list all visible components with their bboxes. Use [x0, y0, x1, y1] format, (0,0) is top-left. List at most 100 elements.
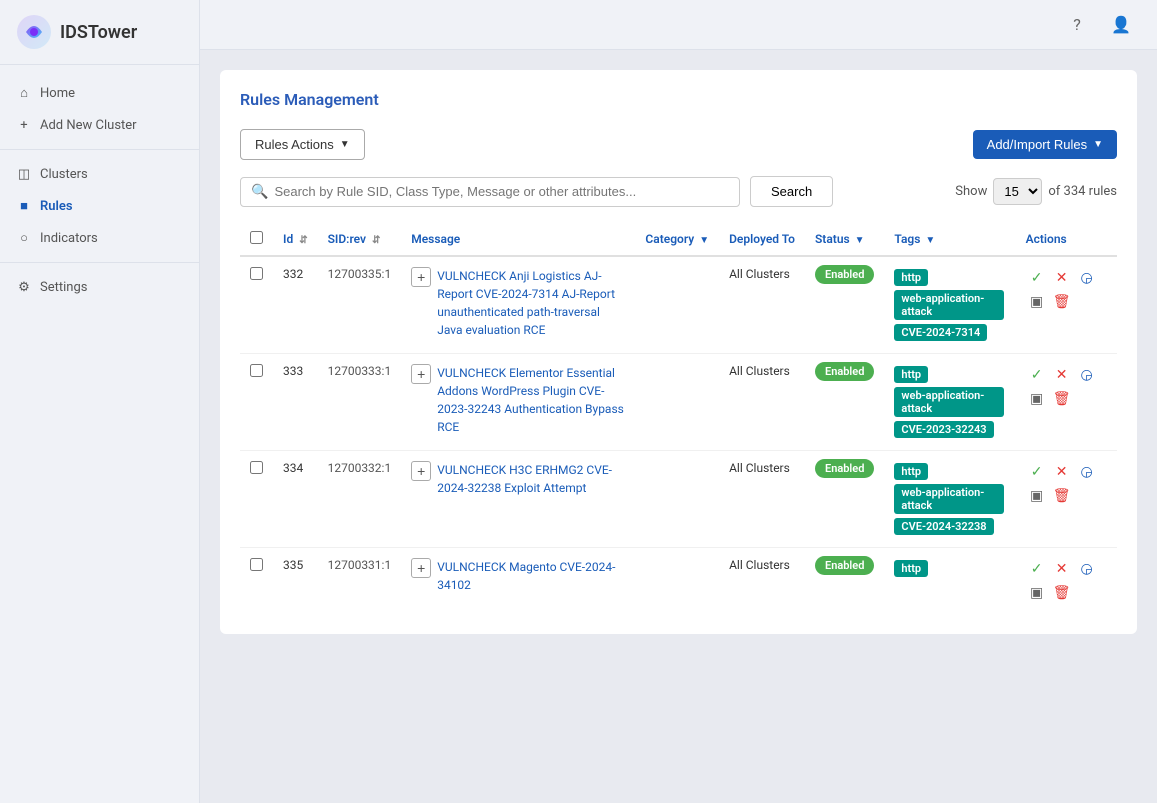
tag[interactable]: CVE-2024-7314	[894, 324, 987, 341]
disable-icon[interactable]: ✕	[1051, 558, 1073, 580]
action-icons: ✓ ✕ ◶ ▣ 🗑	[1026, 267, 1107, 313]
sidebar-item-indicators-label: Indicators	[40, 231, 98, 246]
th-category: Category ▼	[635, 223, 719, 256]
table-head: Id ⇵ SID:rev ⇵ Message Category ▼ Deploy…	[240, 223, 1117, 256]
sidebar-item-home-label: Home	[40, 86, 75, 101]
cell-category	[635, 451, 719, 548]
archive-icon[interactable]: ◶	[1076, 267, 1098, 289]
table-header-row: Id ⇵ SID:rev ⇵ Message Category ▼ Deploy…	[240, 223, 1117, 256]
row-checkbox[interactable]	[250, 558, 263, 571]
cell-actions: ✓ ✕ ◶ ▣ 🗑	[1016, 354, 1117, 451]
tag[interactable]: web-application-attack	[894, 387, 1003, 417]
rules-table: Id ⇵ SID:rev ⇵ Message Category ▼ Deploy…	[240, 223, 1117, 614]
tag[interactable]: web-application-attack	[894, 290, 1003, 320]
sort-id-icon[interactable]: ⇵	[299, 235, 307, 246]
tag[interactable]: http	[894, 463, 928, 480]
row-checkbox[interactable]	[250, 267, 263, 280]
search-input-wrap[interactable]: 🔍	[240, 177, 740, 207]
expand-button[interactable]: +	[411, 461, 431, 481]
action-row-2: ▣ 🗑	[1026, 291, 1073, 313]
disable-icon[interactable]: ✕	[1051, 267, 1073, 289]
expand-button[interactable]: +	[411, 267, 431, 287]
message-text: VULNCHECK H3C ERHMG2 CVE-2024-32238 Expl…	[437, 461, 625, 497]
total-count: of 334 rules	[1048, 184, 1117, 199]
copy-icon[interactable]: ▣	[1026, 485, 1048, 507]
enable-icon[interactable]: ✓	[1026, 461, 1048, 483]
sidebar: IDSTower ⌂ Home + Add New Cluster ◫ Clus…	[0, 0, 200, 803]
cell-deployed: All Clusters	[719, 451, 805, 548]
rules-actions-button[interactable]: Rules Actions ▼	[240, 129, 365, 160]
expand-button[interactable]: +	[411, 558, 431, 578]
expand-button[interactable]: +	[411, 364, 431, 384]
help-icon[interactable]: ?	[1061, 9, 1093, 41]
cell-checkbox	[240, 451, 273, 548]
cell-status: Enabled	[805, 354, 884, 451]
add-icon: +	[16, 117, 32, 133]
add-import-button[interactable]: Add/Import Rules ▼	[973, 130, 1117, 159]
archive-icon[interactable]: ◶	[1076, 461, 1098, 483]
select-all-checkbox[interactable]	[250, 231, 263, 244]
message-text: VULNCHECK Magento CVE-2024-34102	[437, 558, 625, 594]
table-row: 334 12700332:1 + VULNCHECK H3C ERHMG2 CV…	[240, 451, 1117, 548]
tag[interactable]: CVE-2024-32238	[894, 518, 993, 535]
sidebar-item-clusters-label: Clusters	[40, 167, 88, 182]
tag[interactable]: CVE-2023-32243	[894, 421, 993, 438]
sidebar-item-add-cluster[interactable]: + Add New Cluster	[0, 109, 199, 141]
nav-divider-1	[0, 149, 199, 150]
cell-checkbox	[240, 354, 273, 451]
delete-icon[interactable]: 🗑	[1051, 485, 1073, 507]
cell-message: + VULNCHECK Anji Logistics AJ-Report CVE…	[401, 256, 635, 354]
search-bar: 🔍 Search Show 15 25 50 of 334 rules	[240, 176, 1117, 207]
filter-category-icon[interactable]: ▼	[699, 235, 709, 246]
row-checkbox[interactable]	[250, 461, 263, 474]
archive-icon[interactable]: ◶	[1076, 558, 1098, 580]
th-checkbox	[240, 223, 273, 256]
sidebar-item-rules[interactable]: ■ Rules	[0, 190, 199, 222]
enable-icon[interactable]: ✓	[1026, 267, 1048, 289]
cell-category	[635, 354, 719, 451]
th-actions: Actions	[1016, 223, 1117, 256]
table-body: 332 12700335:1 + VULNCHECK Anji Logistic…	[240, 256, 1117, 614]
status-badge: Enabled	[815, 459, 874, 478]
cell-sid: 12700332:1	[318, 451, 402, 548]
tag[interactable]: http	[894, 269, 928, 286]
filter-status-icon[interactable]: ▼	[855, 235, 865, 246]
sidebar-item-clusters[interactable]: ◫ Clusters	[0, 158, 199, 190]
sidebar-item-settings[interactable]: ⚙ Settings	[0, 271, 199, 303]
tag[interactable]: http	[894, 560, 928, 577]
toolbar: Rules Actions ▼ Add/Import Rules ▼	[240, 129, 1117, 160]
delete-icon[interactable]: 🗑	[1051, 582, 1073, 604]
main-area: ? 👤 Rules Management Rules Actions ▼ Add…	[200, 0, 1157, 803]
cell-sid: 12700331:1	[318, 548, 402, 615]
indicators-icon: ○	[16, 230, 32, 246]
copy-icon[interactable]: ▣	[1026, 582, 1048, 604]
row-checkbox[interactable]	[250, 364, 263, 377]
cell-category	[635, 256, 719, 354]
cell-message: + VULNCHECK Elementor Essential Addons W…	[401, 354, 635, 451]
delete-icon[interactable]: 🗑	[1051, 291, 1073, 313]
cell-category	[635, 548, 719, 615]
cell-deployed: All Clusters	[719, 354, 805, 451]
enable-icon[interactable]: ✓	[1026, 364, 1048, 386]
copy-icon[interactable]: ▣	[1026, 291, 1048, 313]
tag[interactable]: http	[894, 366, 928, 383]
archive-icon[interactable]: ◶	[1076, 364, 1098, 386]
search-input[interactable]	[274, 184, 729, 199]
filter-tags-icon[interactable]: ▼	[925, 235, 935, 246]
tag[interactable]: web-application-attack	[894, 484, 1003, 514]
sidebar-item-indicators[interactable]: ○ Indicators	[0, 222, 199, 254]
delete-icon[interactable]: 🗑	[1051, 388, 1073, 410]
cell-tags: http web-application-attack CVE-2024-7314	[884, 256, 1015, 354]
cell-checkbox	[240, 548, 273, 615]
user-icon[interactable]: 👤	[1105, 9, 1137, 41]
sort-sid-icon[interactable]: ⇵	[372, 235, 380, 246]
enable-icon[interactable]: ✓	[1026, 558, 1048, 580]
home-icon: ⌂	[16, 85, 32, 101]
search-button[interactable]: Search	[750, 176, 833, 207]
sidebar-item-home[interactable]: ⌂ Home	[0, 77, 199, 109]
disable-icon[interactable]: ✕	[1051, 364, 1073, 386]
disable-icon[interactable]: ✕	[1051, 461, 1073, 483]
app-header: IDSTower	[0, 0, 199, 65]
show-select[interactable]: 15 25 50	[993, 178, 1042, 205]
copy-icon[interactable]: ▣	[1026, 388, 1048, 410]
